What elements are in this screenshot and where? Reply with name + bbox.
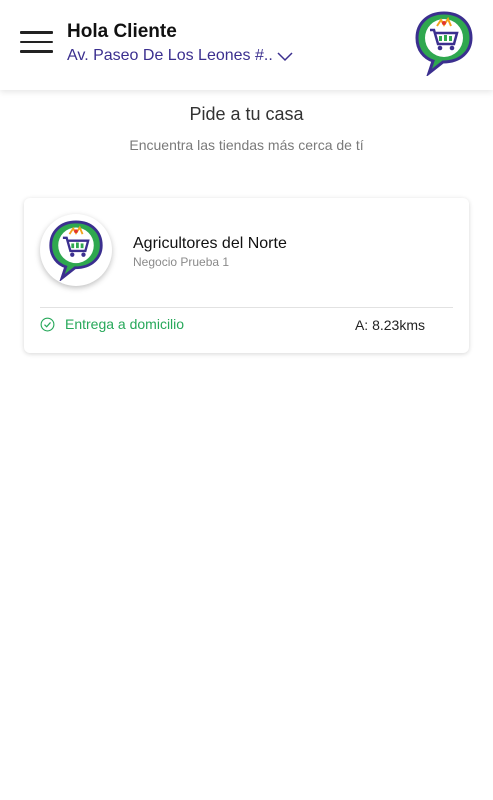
- store-card[interactable]: Agricultores del Norte Negocio Prueba 1 …: [24, 198, 469, 353]
- app-header: Hola Cliente Av. Paseo De Los Leones #..: [0, 0, 493, 90]
- card-divider: [40, 307, 453, 308]
- store-logo: [40, 214, 112, 286]
- page-title: Pide a tu casa: [189, 104, 304, 124]
- address-text: Av. Paseo De Los Leones #..: [67, 47, 273, 64]
- chevron-down-icon: [277, 52, 293, 62]
- delivery-info: Entrega a domicilio: [40, 316, 184, 332]
- page-subtitle: Encuentra las tiendas más cerca de tí: [129, 137, 364, 153]
- delivery-label: Entrega a domicilio: [65, 316, 185, 332]
- address-selector[interactable]: Av. Paseo De Los Leones #..: [67, 47, 293, 65]
- store-distance: A: 8.23kms: [354, 317, 425, 333]
- check-circle-icon: [40, 317, 55, 331]
- store-cart-logo-icon: [49, 220, 103, 281]
- greeting-text: Hola Cliente: [67, 21, 177, 42]
- hamburger-menu-icon[interactable]: [20, 31, 53, 53]
- store-name: Agricultores del Norte: [133, 235, 287, 252]
- store-subtitle: Negocio Prueba 1: [133, 255, 230, 269]
- store-cart-logo-icon: [415, 11, 473, 76]
